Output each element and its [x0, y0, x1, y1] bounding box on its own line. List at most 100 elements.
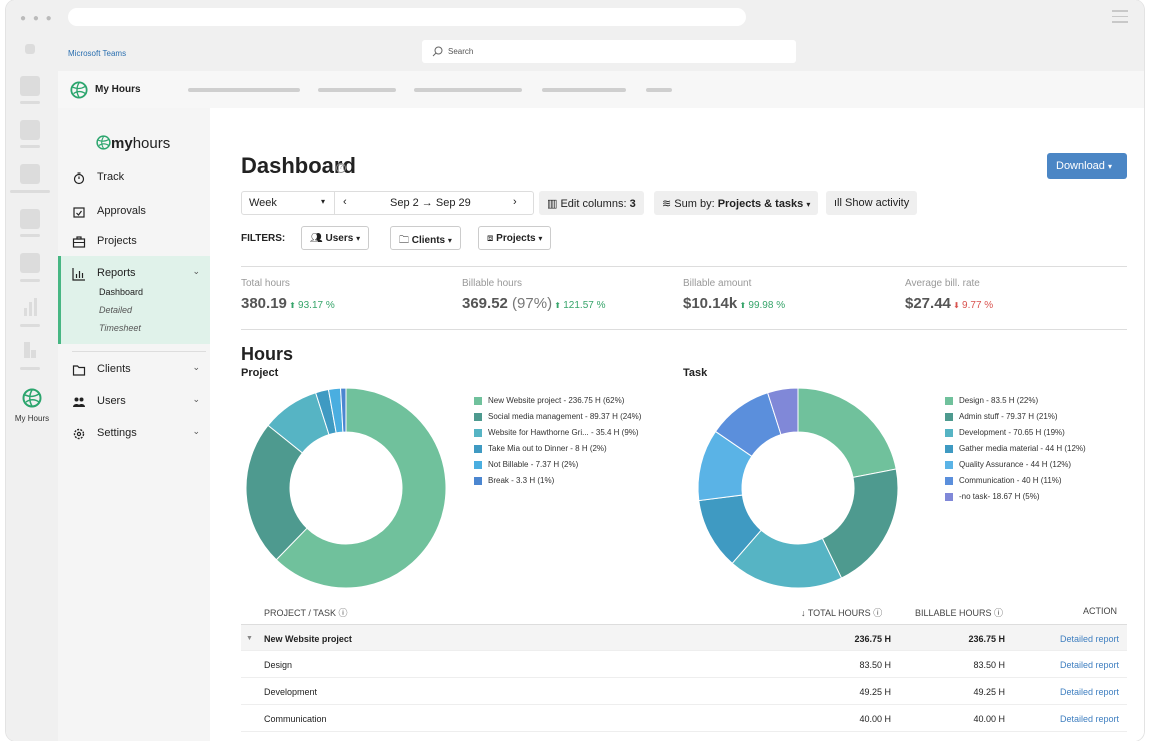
collapse-toggle-icon[interactable]: ▼ [246, 635, 253, 642]
trend-down-badge: ⬇ 9.77 % [951, 300, 993, 311]
sidebar-item-clients[interactable]: Clients ⌄ [58, 357, 210, 383]
sidebar-item-projects[interactable]: Projects [58, 229, 210, 255]
project-donut-chart [245, 387, 447, 589]
help-icon[interactable]: ? [336, 163, 346, 173]
detailed-report-link[interactable]: Detailed report [1060, 687, 1119, 697]
rail-label [20, 367, 40, 370]
projects-filter-button[interactable]: ⧈ Projects ▾ [478, 226, 552, 250]
chevron-down-icon[interactable]: ⌄ [192, 394, 200, 405]
sidebar-item-settings[interactable]: Settings ⌄ [58, 421, 210, 447]
header-tab[interactable] [188, 88, 300, 92]
next-period-icon[interactable]: › [513, 196, 517, 208]
stat-value-group: 369.52 (97%) ⬆ 121.57 % [462, 295, 606, 312]
legend-item[interactable]: New Website project - 236.75 H (62%) [474, 396, 641, 412]
sidebar-item-label: Settings [97, 427, 137, 439]
caret-down-icon[interactable]: ▾ [321, 197, 325, 206]
rail-label [20, 234, 40, 237]
header-tab[interactable] [414, 88, 522, 92]
column-header-total[interactable]: ↓ TOTAL HOURS ⓘ [801, 606, 882, 619]
date-range-label[interactable]: Sep 2 → Sep 29 [390, 197, 471, 209]
legend-item[interactable]: Website for Hawthorne Gri... - 35.4 H (9… [474, 428, 641, 444]
rail-label [20, 145, 40, 148]
table-group-row[interactable]: ▼ New Website project 236.75 H 236.75 H Deta… [241, 624, 1127, 651]
window-controls[interactable]: ● ● ● [20, 13, 54, 24]
legend-item[interactable]: -no task- 18.67 H (5%) [945, 492, 1086, 508]
legend-item[interactable]: Quality Assurance - 44 H (12%) [945, 460, 1086, 476]
column-header-action: ACTION [1083, 606, 1118, 616]
legend-item[interactable]: Design - 83.5 H (22%) [945, 396, 1086, 412]
arrow-up-icon: ⬆ [552, 301, 564, 310]
divider [334, 192, 335, 214]
prev-period-icon[interactable]: ‹ [343, 196, 347, 208]
detailed-report-link[interactable]: Detailed report [1060, 660, 1119, 670]
column-header-billable[interactable]: BILLABLE HOURS ⓘ [915, 606, 1003, 619]
show-activity-button[interactable]: ıll Show activity [826, 191, 918, 215]
legend-item[interactable]: Admin stuff - 79.37 H (21%) [945, 412, 1086, 428]
header-tab[interactable] [646, 88, 672, 92]
rail-icon[interactable] [25, 44, 35, 54]
menu-icon[interactable] [1112, 10, 1128, 27]
period-select[interactable]: Week [249, 197, 277, 209]
detailed-report-link[interactable]: Detailed report [1060, 714, 1119, 724]
columns-icon: ▥ [547, 198, 558, 210]
rail-icon[interactable] [20, 209, 40, 229]
address-bar[interactable] [68, 8, 746, 26]
legend-label: Quality Assurance - 44 H (12%) [959, 460, 1072, 469]
rail-label [20, 324, 40, 327]
legend-swatch [474, 413, 482, 421]
table-row[interactable]: Development 49.25 H 49.25 H Detailed report [241, 678, 1127, 705]
header-tab[interactable] [318, 88, 396, 92]
legend-item[interactable]: Not Billable - 7.37 H (2%) [474, 460, 641, 476]
rail-app-myhours[interactable]: My Hours [6, 388, 58, 423]
rail-icon[interactable] [20, 164, 40, 184]
main-content: Dashboard ? Download ▾ Week ▾ ‹ Sep 2 → … [210, 108, 1144, 741]
arrow-down-icon: ⬇ [950, 301, 963, 310]
sidebar: myhours Track Approvals Projects Reports… [58, 108, 210, 741]
header-tab[interactable] [542, 88, 626, 92]
legend-item[interactable]: Social media management - 89.37 H (24%) [474, 412, 641, 428]
search-input[interactable]: Search [422, 40, 796, 63]
chevron-down-icon[interactable]: ⌄ [192, 362, 200, 373]
legend-item[interactable]: Development - 70.65 H (19%) [945, 428, 1086, 444]
teams-title[interactable]: Microsoft Teams [68, 49, 126, 58]
sidebar-item-reports[interactable]: Reports ⌄ Dashboard Detailed Timesheet [58, 256, 210, 344]
download-button[interactable]: Download ▾ [1047, 153, 1127, 179]
clients-filter-button[interactable]: 🗀 Clients ▾ [390, 226, 461, 250]
rail-icon[interactable] [20, 120, 40, 140]
sidebar-subitem-detailed[interactable]: Detailed [99, 305, 132, 315]
stat-extra: (97%) [507, 295, 553, 312]
legend-item[interactable]: Communication - 40 H (11%) [945, 476, 1086, 492]
sum-by-button[interactable]: ≋ Sum by: Projects & tasks ▾ [654, 191, 819, 215]
rail-icon[interactable] [20, 253, 40, 273]
users-filter-button[interactable]: 👥︎ Users ▾ [301, 226, 370, 250]
legend-swatch [945, 429, 953, 437]
edit-columns-button[interactable]: ▥ Edit columns: 3 [539, 191, 644, 215]
show-activity-label: Show activity [845, 197, 910, 209]
task-legend: Design - 83.5 H (22%) Admin stuff - 79.37… [945, 396, 1086, 508]
sidebar-item-approvals[interactable]: Approvals [58, 199, 210, 225]
donut-slice-design[interactable] [797, 387, 897, 478]
table-row[interactable]: Design 83.50 H 83.50 H Detailed report [241, 651, 1127, 678]
detailed-report-link[interactable]: Detailed report [1060, 634, 1119, 644]
sidebar-subitem-dashboard[interactable]: Dashboard [99, 287, 143, 297]
legend-item[interactable]: Gather media material - 44 H (12%) [945, 444, 1086, 460]
legend-item[interactable]: Take Mia out to Dinner - 8 H (2%) [474, 444, 641, 460]
cell-billable-hours: 236.75 H [968, 634, 1005, 644]
table-row[interactable]: Communication 40.00 H 40.00 H Detailed repo… [241, 705, 1127, 732]
chart-icon[interactable] [23, 296, 37, 316]
sidebar-subitem-timesheet[interactable]: Timesheet [99, 323, 141, 333]
sidebar-item-users[interactable]: Users ⌄ [58, 389, 210, 415]
legend-swatch [945, 461, 953, 469]
layers-icon: ≋ [662, 198, 672, 210]
date-range-picker: Week ▾ ‹ Sep 2 → Sep 29 › [241, 191, 534, 215]
legend-swatch [945, 413, 953, 421]
chevron-down-icon[interactable]: ⌄ [192, 426, 200, 437]
app-header: My Hours [58, 71, 1144, 108]
chevron-down-icon[interactable]: ⌄ [192, 266, 200, 277]
legend-item[interactable]: Break - 3.3 H (1%) [474, 476, 641, 492]
legend-label: Social media management - 89.37 H (24%) [488, 412, 642, 421]
book-icon[interactable] [23, 340, 37, 360]
column-header-project[interactable]: PROJECT / TASK ⓘ [264, 606, 348, 619]
rail-icon[interactable] [20, 76, 40, 96]
sidebar-item-track[interactable]: Track [58, 165, 210, 191]
